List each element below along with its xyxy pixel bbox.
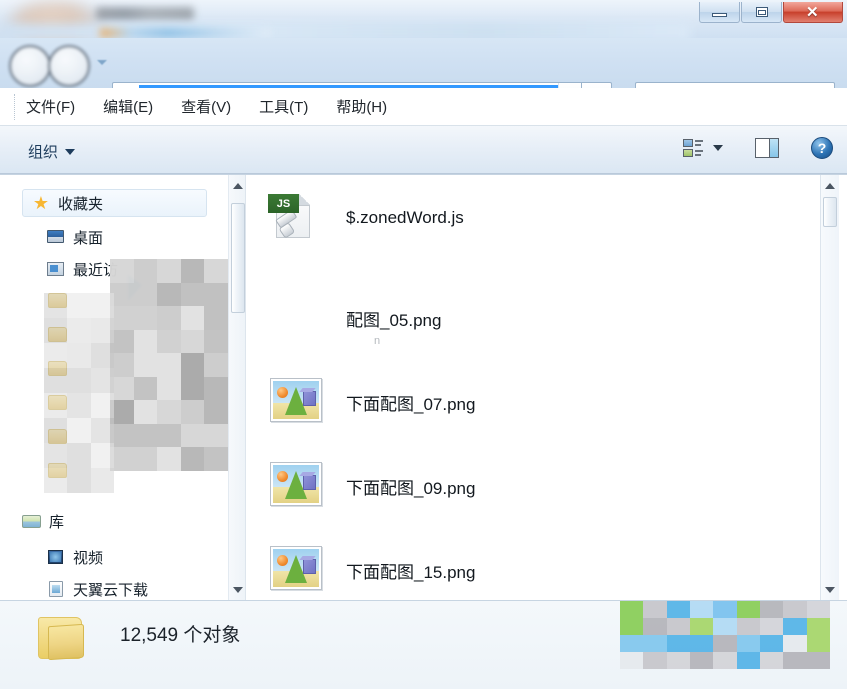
- file-list-view: JS $.zonedWord.js 配图_05.png n 下面配图_07.pn…: [248, 175, 820, 600]
- preview-pane-icon[interactable]: [755, 138, 779, 158]
- views-icon[interactable]: [682, 137, 704, 159]
- restore-icon: [756, 7, 768, 17]
- scroll-down-arrow-icon[interactable]: [229, 581, 246, 598]
- censored-region-statusbar: [620, 601, 830, 669]
- status-bar: 12,549 个对象: [0, 600, 847, 689]
- chevron-down-icon: [65, 149, 75, 155]
- navigation-bar: \Microsoft\Windows\Temporary Internet Fi…: [0, 38, 847, 88]
- command-bar-right-group: ?: [682, 137, 833, 159]
- list-item[interactable]: 下面配图_07.png: [268, 367, 475, 437]
- js-badge-label: JS: [268, 194, 299, 213]
- explorer-window: ✕ \Microsoft\Windows\Temporary Internet …: [0, 0, 847, 689]
- sidebar-item-libraries[interactable]: 库: [0, 507, 210, 535]
- sidebar-item-label: 桌面: [73, 227, 103, 248]
- recent-places-icon: [46, 260, 66, 278]
- title-bar-censored-title: [96, 7, 194, 21]
- restore-button[interactable]: [741, 2, 782, 23]
- sidebar-scrollbar-thumb[interactable]: [231, 203, 245, 313]
- image-thumbnail: [268, 460, 324, 512]
- blank-icon: [268, 292, 324, 344]
- list-item[interactable]: 下面配图_09.png: [268, 451, 475, 521]
- sidebar-item-favorites[interactable]: ★ 收藏夹: [22, 189, 207, 217]
- sidebar-item-tianyi-cloud-download[interactable]: 天翼云下载: [0, 575, 210, 600]
- list-item[interactable]: JS $.zonedWord.js: [268, 183, 464, 253]
- file-name-label: 下面配图_07.png: [346, 390, 475, 415]
- sidebar-item-label: 收藏夹: [58, 193, 103, 214]
- minimize-icon: [712, 13, 727, 17]
- menu-item-file[interactable]: 文件(F): [22, 94, 79, 119]
- scroll-down-arrow-icon[interactable]: [821, 581, 838, 598]
- sidebar-item-label: 库: [49, 511, 64, 532]
- content-area: ★ 收藏夹 桌面 最近访 库 视频 天翼云下载 JS $.zonedWord.j…: [0, 174, 847, 600]
- file-name-label: $.zonedWord.js: [346, 208, 464, 228]
- item-count-label: 12,549 个对象: [120, 620, 240, 647]
- file-name-label: 下面配图_15.png: [346, 558, 475, 583]
- scroll-up-arrow-icon[interactable]: [821, 177, 838, 194]
- title-bar: ✕: [0, 0, 847, 38]
- file-list-scrollbar[interactable]: [820, 175, 839, 600]
- sidebar-scrollbar[interactable]: [228, 175, 246, 600]
- video-icon: [46, 548, 66, 566]
- image-thumbnail: [268, 544, 324, 596]
- title-bar-blur-artifacts: [100, 28, 270, 38]
- desktop-icon: [46, 228, 66, 246]
- nav-buttons-group: [8, 41, 94, 85]
- help-icon[interactable]: ?: [811, 137, 833, 159]
- document-icon: [46, 580, 66, 598]
- folder-icon: [36, 615, 92, 663]
- library-icon: [22, 512, 42, 530]
- list-item[interactable]: 配图_05.png: [268, 283, 441, 353]
- menu-item-view[interactable]: 查看(V): [177, 94, 235, 119]
- list-item[interactable]: 下面配图_15.png: [268, 535, 475, 600]
- forward-button[interactable]: [48, 45, 90, 87]
- menu-item-edit[interactable]: 编辑(E): [99, 94, 157, 119]
- recent-pages-chevron-down-icon[interactable]: [97, 60, 107, 65]
- command-bar: 组织 ?: [0, 126, 847, 174]
- organize-button[interactable]: 组织: [22, 138, 81, 165]
- close-icon: ✕: [806, 5, 819, 20]
- organize-label: 组织: [28, 141, 58, 162]
- sidebar-item-label: 视频: [73, 547, 103, 568]
- navigation-pane: ★ 收藏夹 桌面 最近访 库 视频 天翼云下载: [0, 175, 228, 600]
- minimize-button[interactable]: [699, 2, 740, 23]
- scroll-up-arrow-icon[interactable]: [229, 177, 246, 194]
- star-icon: ★: [31, 194, 51, 212]
- sidebar-item-videos[interactable]: 视频: [0, 543, 210, 571]
- back-button[interactable]: [9, 45, 51, 87]
- censored-region-sidebar: [110, 259, 228, 471]
- menu-item-help[interactable]: 帮助(H): [332, 94, 391, 119]
- menu-item-tools[interactable]: 工具(T): [255, 94, 312, 119]
- menu-bar: 文件(F) 编辑(E) 查看(V) 工具(T) 帮助(H): [0, 88, 847, 126]
- image-thumbnail: [268, 376, 324, 428]
- file-name-label: 下面配图_09.png: [346, 474, 475, 499]
- js-file-icon: JS: [268, 192, 324, 244]
- censored-region-sidebar-secondary: [44, 293, 114, 493]
- window-controls: ✕: [698, 2, 843, 23]
- render-artifact-glyph: n: [374, 335, 380, 347]
- sidebar-item-label: 天翼云下载: [73, 579, 148, 600]
- sidebar-item-desktop[interactable]: 桌面: [0, 223, 210, 251]
- close-button[interactable]: ✕: [783, 2, 843, 23]
- file-name-label: 配图_05.png: [346, 306, 441, 331]
- views-chevron-down-icon[interactable]: [713, 145, 723, 151]
- file-list-scrollbar-thumb[interactable]: [823, 197, 837, 227]
